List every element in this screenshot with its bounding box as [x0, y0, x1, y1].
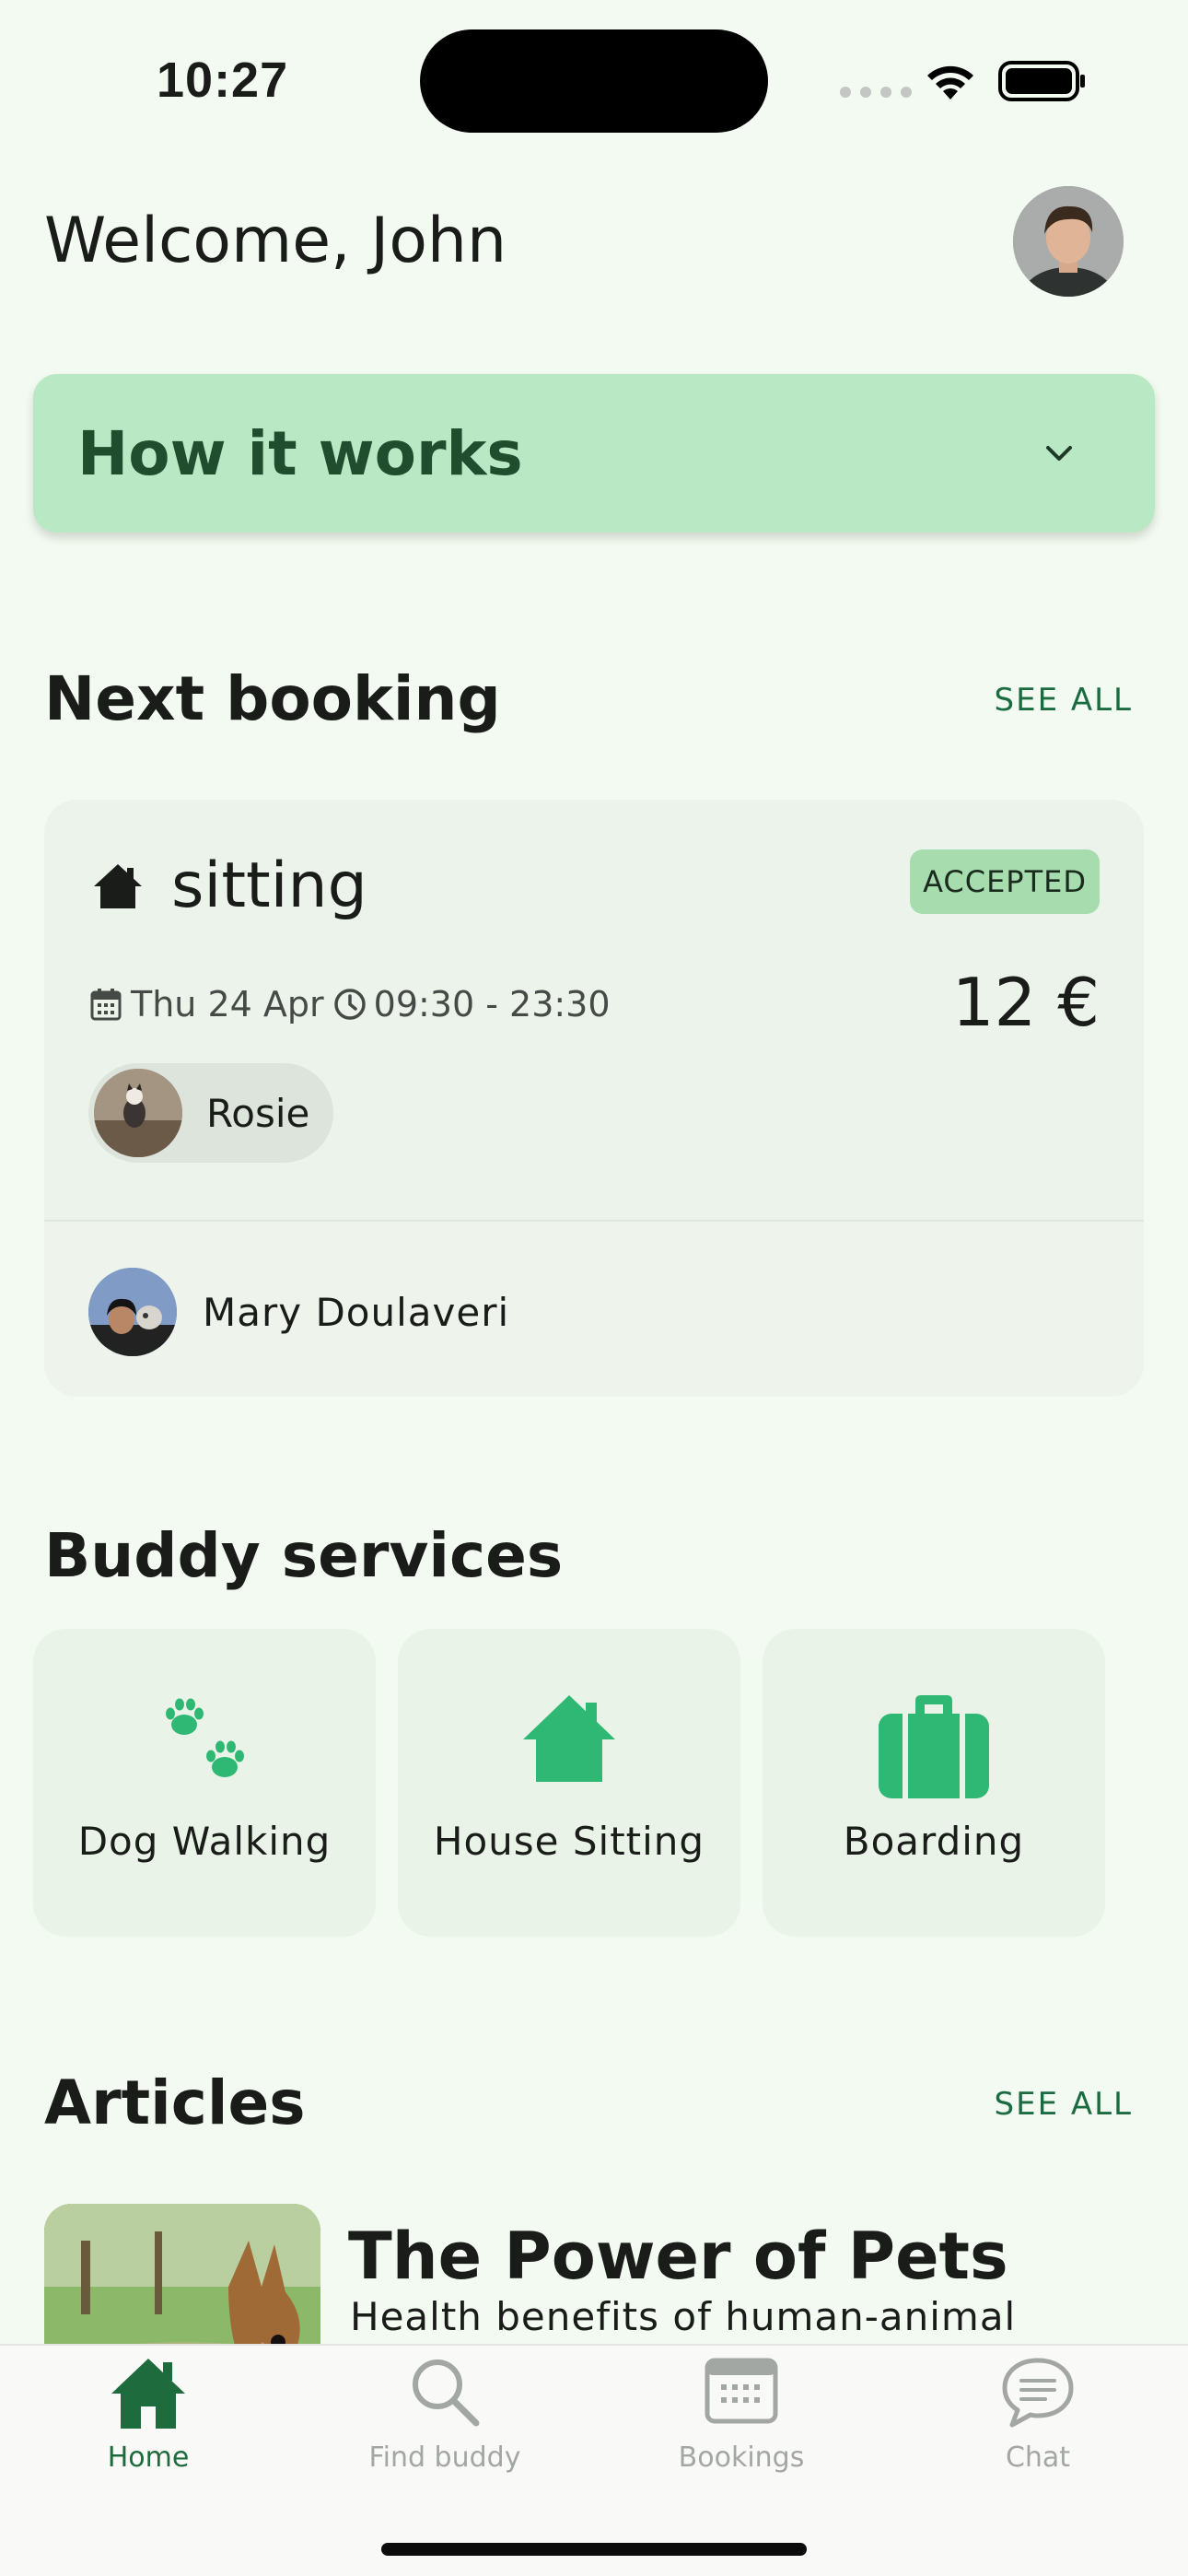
booking-card[interactable]: sitting ACCEPTED Thu 24 Apr 09:30 - 23:3…	[44, 800, 1144, 1397]
booking-service-label: sitting	[171, 849, 367, 922]
nav-bookings[interactable]: Bookings	[593, 2346, 890, 2493]
service-label: Dog Walking	[77, 1819, 332, 1864]
nav-label: Home	[107, 2441, 190, 2474]
sitter-info: Mary Doulaveri	[88, 1268, 509, 1356]
sitter-avatar	[88, 1268, 177, 1356]
sitter-name: Mary Doulaveri	[203, 1289, 510, 1335]
booking-service: sitting	[92, 849, 367, 922]
calendar-icon	[705, 2358, 778, 2424]
nav-label: Find buddy	[368, 2441, 521, 2474]
user-avatar[interactable]	[1013, 186, 1124, 297]
pet-avatar	[94, 1069, 182, 1157]
nav-home[interactable]: Home	[0, 2346, 297, 2493]
home-indicator	[381, 2543, 807, 2556]
service-label: House Sitting	[433, 1819, 705, 1864]
dynamic-island	[420, 29, 768, 133]
articles-see-all-link[interactable]: SEE ALL	[995, 2086, 1134, 2123]
how-it-works-title: How it works	[77, 418, 523, 489]
cellular-signal-icon	[840, 87, 912, 98]
booking-datetime: Thu 24 Apr 09:30 - 23:30	[90, 984, 611, 1025]
nav-label: Chat	[1005, 2441, 1071, 2474]
battery-icon	[998, 61, 1085, 101]
paw-icon	[166, 1698, 244, 1777]
status-time: 10:27	[157, 53, 289, 108]
article-subtitle: Health benefits of human-animal	[350, 2294, 1017, 2339]
next-booking-title: Next booking	[44, 663, 501, 734]
house-icon	[94, 863, 142, 908]
next-booking-see-all-link[interactable]: SEE ALL	[995, 682, 1134, 719]
status-badge: ACCEPTED	[910, 849, 1100, 914]
home-screen: 10:27 Welcome, John How it works Next bo…	[0, 0, 1188, 2576]
booking-time-range: 09:30 - 23:30	[373, 984, 611, 1025]
how-it-works-accordion[interactable]: How it works	[33, 374, 1155, 533]
nav-find-buddy[interactable]: Find buddy	[297, 2346, 593, 2493]
wifi-icon	[927, 65, 973, 100]
nav-label: Bookings	[678, 2441, 805, 2474]
house-icon	[523, 1695, 615, 1782]
calendar-icon	[90, 989, 122, 1021]
bottom-navigation: Home Find buddy Bookings Chat	[0, 2344, 1188, 2576]
nav-chat[interactable]: Chat	[890, 2346, 1186, 2493]
buddy-services-title: Buddy services	[44, 1520, 564, 1591]
service-card-dog-walking[interactable]: Dog Walking	[33, 1629, 376, 1937]
chevron-down-icon	[1046, 446, 1072, 461]
service-card-house-sitting[interactable]: House Sitting	[398, 1629, 740, 1937]
articles-title: Articles	[44, 2067, 306, 2138]
pet-chip[interactable]: Rosie	[88, 1063, 334, 1163]
home-icon	[111, 2359, 185, 2429]
booking-sitter-row[interactable]: Mary Doulaveri	[44, 1222, 1144, 1397]
service-card-boarding[interactable]: Boarding	[763, 1629, 1105, 1937]
suitcase-icon	[879, 1695, 989, 1798]
service-label: Boarding	[843, 1819, 1025, 1864]
search-icon	[413, 2359, 480, 2427]
booking-price: 12 €	[951, 964, 1100, 1041]
booking-date: Thu 24 Apr	[131, 984, 324, 1025]
clock-icon	[333, 989, 366, 1020]
article-title[interactable]: The Power of Pets	[348, 2219, 1008, 2294]
pet-name: Rosie	[206, 1090, 310, 1136]
welcome-title: Welcome, John	[44, 205, 507, 277]
chat-icon	[1002, 2358, 1074, 2428]
